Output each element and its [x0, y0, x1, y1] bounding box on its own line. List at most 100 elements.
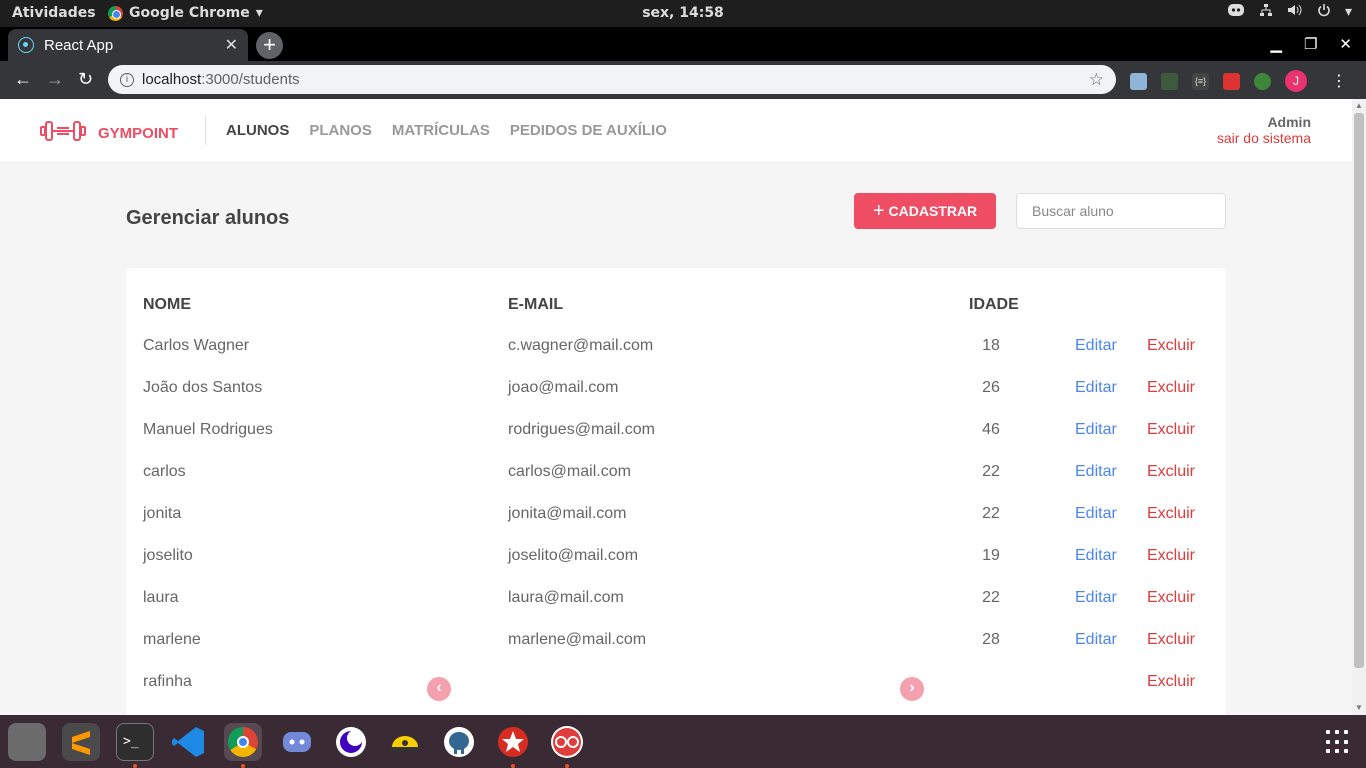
close-window-icon[interactable]: ✕	[1339, 35, 1352, 53]
column-header-age: IDADE	[969, 296, 1019, 313]
nodejs-extension-icon[interactable]	[1254, 72, 1271, 90]
browser-tab-strip: React App ✕ + ▁ ❐ ✕	[0, 27, 1366, 61]
menu-kebab-icon[interactable]: ⋮	[1331, 71, 1347, 91]
edit-link[interactable]: Editar	[1075, 631, 1117, 649]
cell-age: 26	[982, 379, 1000, 396]
delete-link[interactable]: Excluir	[1147, 505, 1195, 523]
profile-avatar[interactable]: J	[1285, 70, 1307, 92]
logout-link[interactable]: sair do sistema	[1217, 130, 1311, 146]
cell-name: rafinha	[143, 673, 192, 690]
nav-item-alunos[interactable]: ALUNOS	[226, 122, 289, 139]
maximize-icon[interactable]: ❐	[1304, 35, 1317, 53]
postgresql-icon[interactable]	[440, 723, 478, 761]
page-title: Gerenciar alunos	[126, 207, 290, 229]
cell-email: c.wagner@mail.com	[508, 337, 654, 354]
scroll-up-icon[interactable]: ▲	[1355, 101, 1363, 110]
user-name: Admin	[1267, 114, 1311, 130]
dumbbell-icon	[40, 119, 86, 148]
next-page-button[interactable]: ›	[900, 677, 924, 701]
close-icon[interactable]: ✕	[225, 35, 238, 55]
extension-icon[interactable]	[1223, 72, 1240, 90]
address-bar[interactable]: i localhost:3000/students ☆	[108, 65, 1116, 94]
edit-link[interactable]: Editar	[1075, 589, 1117, 607]
reactotron-icon[interactable]	[548, 723, 586, 761]
edit-link[interactable]: Editar	[1075, 421, 1117, 439]
nav-item-planos[interactable]: PLANOS	[309, 122, 372, 139]
delete-link[interactable]: Excluir	[1147, 589, 1195, 607]
running-indicator	[511, 764, 515, 768]
new-tab-button[interactable]: +	[256, 32, 283, 59]
power-icon[interactable]	[1317, 3, 1331, 21]
scrollbar-thumb[interactable]	[1354, 113, 1364, 668]
cell-name: Manuel Rodrigues	[143, 421, 273, 438]
cell-email: jonita@mail.com	[508, 505, 627, 522]
edit-link[interactable]: Editar	[1075, 337, 1117, 355]
cell-name: Carlos Wagner	[143, 337, 250, 354]
main-nav: ALUNOS PLANOS MATRÍCULAS PEDIDOS DE AUXÍ…	[226, 122, 667, 139]
volume-icon[interactable]	[1287, 3, 1303, 21]
cell-name: marlene	[143, 631, 201, 648]
cell-name: jonita	[143, 505, 182, 522]
scroll-down-icon[interactable]: ▼	[1355, 703, 1363, 712]
redis-icon[interactable]	[494, 723, 532, 761]
page-scrollbar[interactable]: ▲ ▼	[1352, 99, 1366, 715]
minimize-icon[interactable]: ▁	[1270, 35, 1282, 53]
sublime-text-icon[interactable]	[62, 723, 100, 761]
page-viewport: GYMPOINT ALUNOS PLANOS MATRÍCULAS PEDIDO…	[0, 99, 1352, 715]
extension-json-icon[interactable]: {≡}	[1192, 72, 1209, 90]
vscode-icon[interactable]	[170, 723, 208, 761]
network-icon[interactable]	[1259, 3, 1273, 21]
table-row: jonita jonita@mail.com 22 Editar Excluir	[126, 505, 1226, 547]
edit-link[interactable]: Editar	[1075, 547, 1117, 565]
delete-link[interactable]: Excluir	[1147, 337, 1195, 355]
cell-age: 28	[982, 631, 1000, 648]
forward-arrow-icon[interactable]: →	[46, 69, 64, 90]
brand[interactable]: GYMPOINT	[40, 119, 178, 148]
table-row: marlene marlene@mail.com 28 Editar Excluir	[126, 631, 1226, 673]
show-applications-icon[interactable]	[1326, 730, 1350, 754]
cell-email: carlos@mail.com	[508, 463, 631, 480]
edit-link[interactable]: Editar	[1075, 379, 1117, 397]
extension-icon[interactable]	[1161, 72, 1178, 90]
edit-link[interactable]: Editar	[1075, 505, 1117, 523]
students-table: NOME E-MAIL IDADE Carlos Wagner c.wagner@…	[126, 268, 1226, 715]
edit-link[interactable]: Editar	[1075, 463, 1117, 481]
delete-link[interactable]: Excluir	[1147, 547, 1195, 565]
previous-page-button[interactable]: ‹	[427, 677, 451, 701]
register-button-label: CADASTRAR	[888, 203, 978, 219]
cell-email: rodrigues@mail.com	[508, 421, 655, 438]
files-app-icon[interactable]	[8, 723, 46, 761]
insomnia-icon[interactable]	[332, 723, 370, 761]
delete-link[interactable]: Excluir	[1147, 421, 1195, 439]
discord-icon[interactable]	[278, 723, 316, 761]
nav-item-matriculas[interactable]: MATRÍCULAS	[392, 122, 490, 139]
chevron-down-icon[interactable]: ▾	[1345, 4, 1352, 20]
delete-link[interactable]: Excluir	[1147, 631, 1195, 649]
terminal-icon[interactable]: >_	[116, 723, 154, 761]
taskbar-dock: >_	[0, 715, 1366, 768]
system-top-bar: Atividades Google Chrome ▾ sex, 14:58 ▾	[0, 0, 1366, 27]
clock[interactable]: sex, 14:58	[0, 5, 1366, 21]
search-input[interactable]	[1016, 193, 1226, 229]
extension-icon[interactable]	[1130, 72, 1147, 90]
cell-age: 18	[982, 337, 1000, 354]
reload-icon[interactable]: ↻	[78, 69, 93, 90]
discord-tray-icon[interactable]	[1227, 3, 1245, 21]
table-row: João dos Santos joao@mail.com 26 Editar Excl…	[126, 379, 1226, 421]
cell-age: 22	[982, 505, 1000, 522]
register-button[interactable]: + CADASTRAR	[854, 193, 996, 229]
cell-age: 46	[982, 421, 1000, 438]
delete-link[interactable]: Excluir	[1147, 463, 1195, 481]
bookmark-star-icon[interactable]: ☆	[1089, 70, 1104, 90]
delete-link[interactable]: Excluir	[1147, 379, 1195, 397]
plus-icon: +	[872, 200, 885, 222]
info-icon[interactable]: i	[120, 72, 134, 87]
browser-tab[interactable]: React App ✕	[8, 29, 248, 61]
nav-item-pedidos-de-auxilio[interactable]: PEDIDOS DE AUXÍLIO	[510, 122, 667, 139]
beekeeper-icon[interactable]	[386, 723, 424, 761]
url-path: :3000/students	[201, 71, 300, 88]
chrome-dock-icon[interactable]	[224, 723, 262, 761]
delete-link[interactable]: Excluir	[1147, 673, 1195, 691]
back-arrow-icon[interactable]: ←	[14, 69, 32, 90]
header-divider	[205, 117, 206, 145]
